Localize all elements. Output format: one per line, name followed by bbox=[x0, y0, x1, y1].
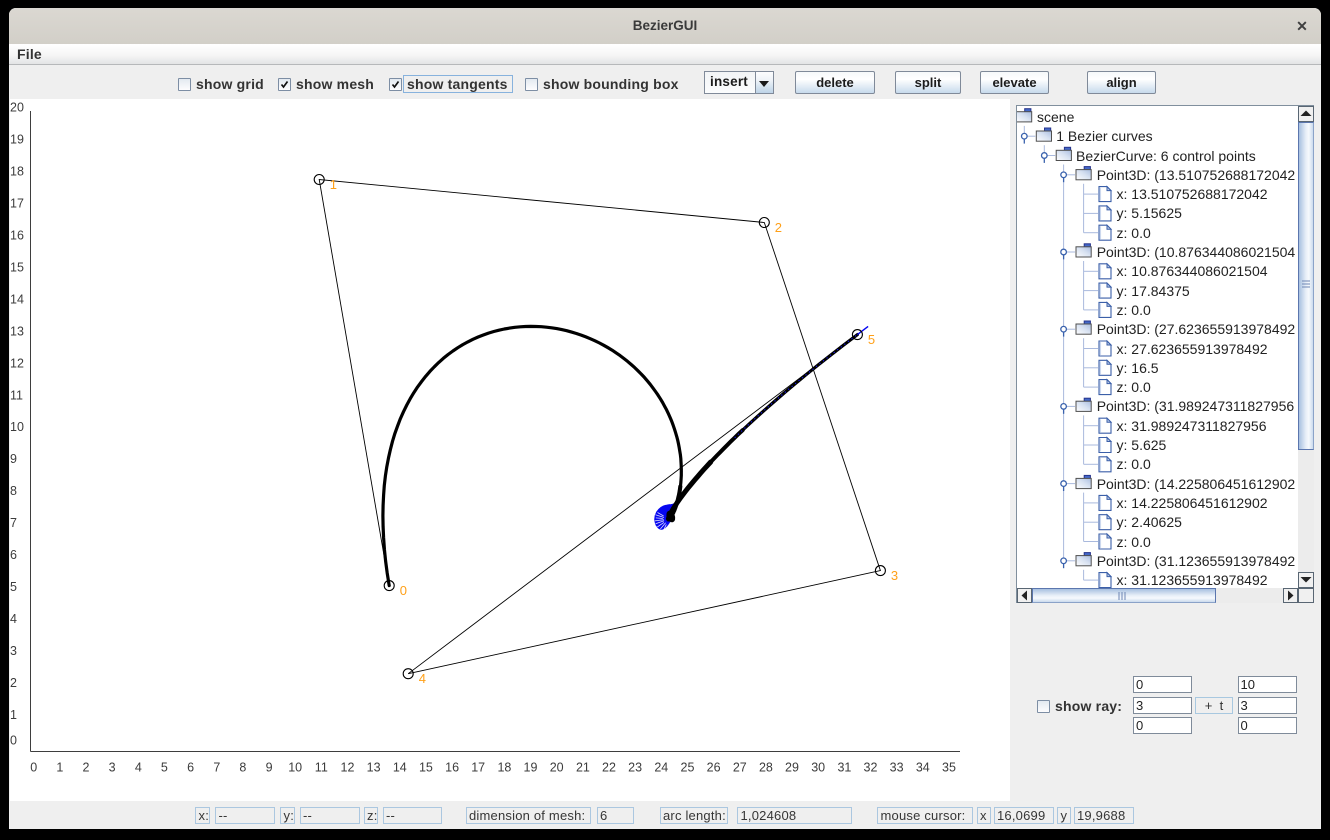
svg-text:7: 7 bbox=[10, 516, 17, 530]
svg-text:13: 13 bbox=[10, 324, 24, 338]
svg-text:0: 0 bbox=[10, 734, 17, 748]
svg-text:8: 8 bbox=[10, 484, 17, 498]
svg-text:6: 6 bbox=[187, 761, 194, 775]
svg-text:4: 4 bbox=[419, 671, 426, 686]
svg-text:35: 35 bbox=[942, 761, 956, 775]
svg-text:10: 10 bbox=[288, 761, 302, 775]
svg-text:16: 16 bbox=[10, 229, 24, 243]
svg-text:13: 13 bbox=[367, 761, 381, 775]
svg-text:26: 26 bbox=[707, 761, 721, 775]
svg-text:2: 2 bbox=[775, 220, 782, 235]
svg-text:8: 8 bbox=[239, 761, 246, 775]
svg-text:20: 20 bbox=[10, 101, 24, 115]
svg-text:7: 7 bbox=[213, 761, 220, 775]
svg-text:3: 3 bbox=[891, 568, 898, 583]
svg-text:15: 15 bbox=[419, 761, 433, 775]
svg-text:3: 3 bbox=[109, 761, 116, 775]
svg-text:1: 1 bbox=[10, 708, 17, 722]
svg-text:14: 14 bbox=[10, 292, 24, 306]
svg-text:4: 4 bbox=[135, 761, 142, 775]
svg-text:32: 32 bbox=[864, 761, 878, 775]
svg-text:30: 30 bbox=[811, 761, 825, 775]
svg-text:1: 1 bbox=[56, 761, 63, 775]
svg-text:22: 22 bbox=[602, 761, 616, 775]
svg-text:16: 16 bbox=[445, 761, 459, 775]
svg-text:14: 14 bbox=[393, 761, 407, 775]
svg-text:28: 28 bbox=[759, 761, 773, 775]
svg-text:21: 21 bbox=[576, 761, 590, 775]
svg-text:2: 2 bbox=[10, 676, 17, 690]
svg-text:24: 24 bbox=[654, 761, 668, 775]
svg-text:11: 11 bbox=[10, 388, 23, 402]
svg-text:6: 6 bbox=[10, 548, 17, 562]
svg-text:19: 19 bbox=[10, 133, 24, 147]
svg-text:29: 29 bbox=[785, 761, 799, 775]
svg-text:5: 5 bbox=[161, 761, 168, 775]
svg-text:27: 27 bbox=[733, 761, 747, 775]
svg-text:19: 19 bbox=[524, 761, 538, 775]
svg-text:9: 9 bbox=[10, 452, 17, 466]
svg-text:9: 9 bbox=[266, 761, 273, 775]
svg-text:17: 17 bbox=[471, 761, 485, 775]
svg-text:25: 25 bbox=[681, 761, 695, 775]
svg-text:5: 5 bbox=[868, 332, 875, 347]
svg-text:15: 15 bbox=[10, 261, 24, 275]
svg-text:1: 1 bbox=[330, 177, 337, 192]
svg-text:18: 18 bbox=[497, 761, 511, 775]
svg-text:12: 12 bbox=[10, 356, 24, 370]
svg-text:3: 3 bbox=[10, 644, 17, 658]
svg-text:33: 33 bbox=[890, 761, 904, 775]
svg-text:11: 11 bbox=[315, 761, 328, 775]
svg-text:10: 10 bbox=[10, 420, 24, 434]
svg-text:34: 34 bbox=[916, 761, 930, 775]
svg-text:0: 0 bbox=[400, 583, 407, 598]
svg-text:17: 17 bbox=[10, 197, 24, 211]
svg-text:5: 5 bbox=[10, 580, 17, 594]
svg-text:0: 0 bbox=[30, 761, 37, 775]
svg-text:31: 31 bbox=[837, 761, 851, 775]
svg-text:23: 23 bbox=[628, 761, 642, 775]
svg-text:2: 2 bbox=[83, 761, 90, 775]
svg-text:12: 12 bbox=[341, 761, 355, 775]
svg-text:18: 18 bbox=[10, 165, 24, 179]
svg-text:4: 4 bbox=[10, 612, 17, 626]
svg-text:20: 20 bbox=[550, 761, 564, 775]
